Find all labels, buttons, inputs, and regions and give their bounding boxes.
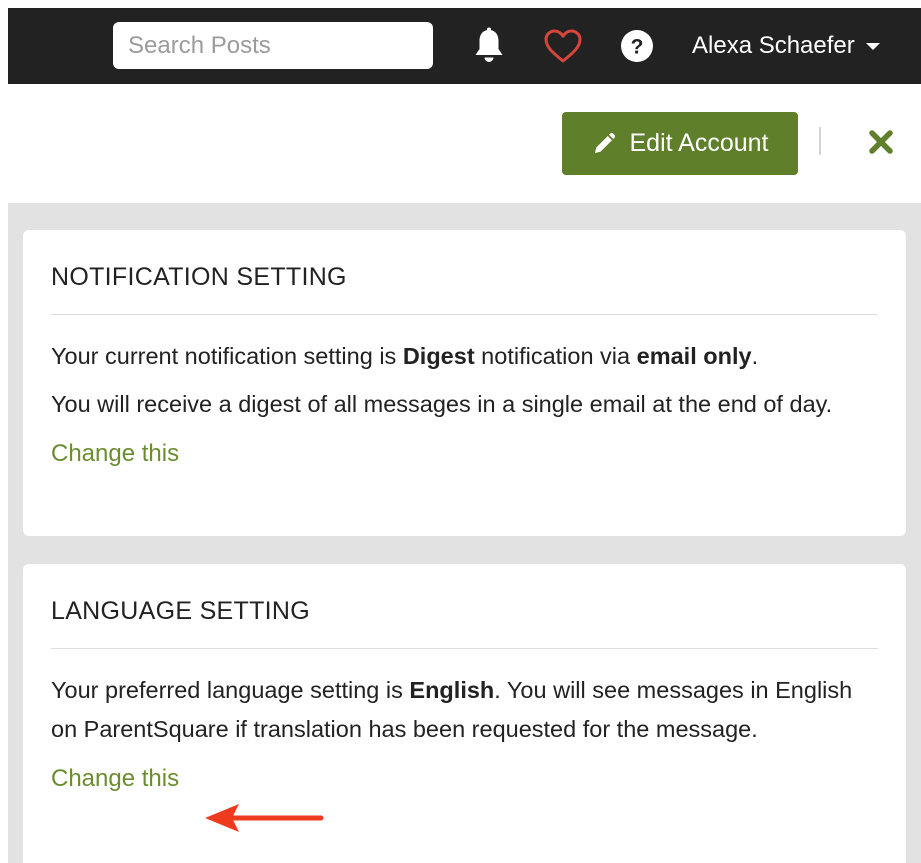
change-language-link[interactable]: Change this bbox=[51, 759, 179, 798]
heart-icon bbox=[544, 29, 582, 63]
svg-text:?: ? bbox=[631, 36, 644, 59]
edit-account-button[interactable]: Edit Account bbox=[562, 112, 798, 175]
chevron-down-icon bbox=[865, 42, 880, 50]
user-menu[interactable]: Alexa Schaefer bbox=[692, 26, 880, 66]
search-input[interactable] bbox=[113, 22, 433, 69]
notification-channel-value: email only bbox=[636, 343, 752, 369]
close-icon bbox=[869, 130, 893, 154]
notification-setting-summary: Your current notification setting is Dig… bbox=[51, 343, 759, 369]
language-setting-value: English bbox=[409, 677, 495, 703]
user-name: Alexa Schaefer bbox=[692, 32, 855, 59]
language-setting-card: LANGUAGE SETTING Your preferred language… bbox=[23, 564, 906, 863]
notification-setting-card: NOTIFICATION SETTING Your current notifi… bbox=[23, 230, 906, 536]
notification-setting-description: You will receive a digest of all message… bbox=[51, 391, 833, 417]
account-settings-page: ? Alexa Schaefer Edit Account NOTIFICATI… bbox=[0, 0, 921, 863]
close-button[interactable] bbox=[867, 128, 895, 156]
edit-account-label: Edit Account bbox=[629, 129, 769, 157]
favorites-button[interactable] bbox=[541, 26, 585, 66]
header-divider bbox=[819, 127, 821, 155]
notification-setting-value: Digest bbox=[402, 343, 475, 369]
pencil-icon bbox=[592, 132, 616, 156]
notifications-button[interactable] bbox=[470, 26, 508, 66]
language-setting-description: Your preferred language setting is Engli… bbox=[51, 677, 853, 742]
language-setting-title: LANGUAGE SETTING bbox=[51, 564, 878, 649]
notification-setting-title: NOTIFICATION SETTING bbox=[51, 230, 878, 315]
annotation-arrow-icon bbox=[205, 804, 324, 832]
bell-icon bbox=[475, 27, 503, 62]
change-notification-link[interactable]: Change this bbox=[51, 434, 179, 473]
help-button[interactable]: ? bbox=[618, 27, 656, 65]
help-icon: ? bbox=[621, 30, 653, 62]
